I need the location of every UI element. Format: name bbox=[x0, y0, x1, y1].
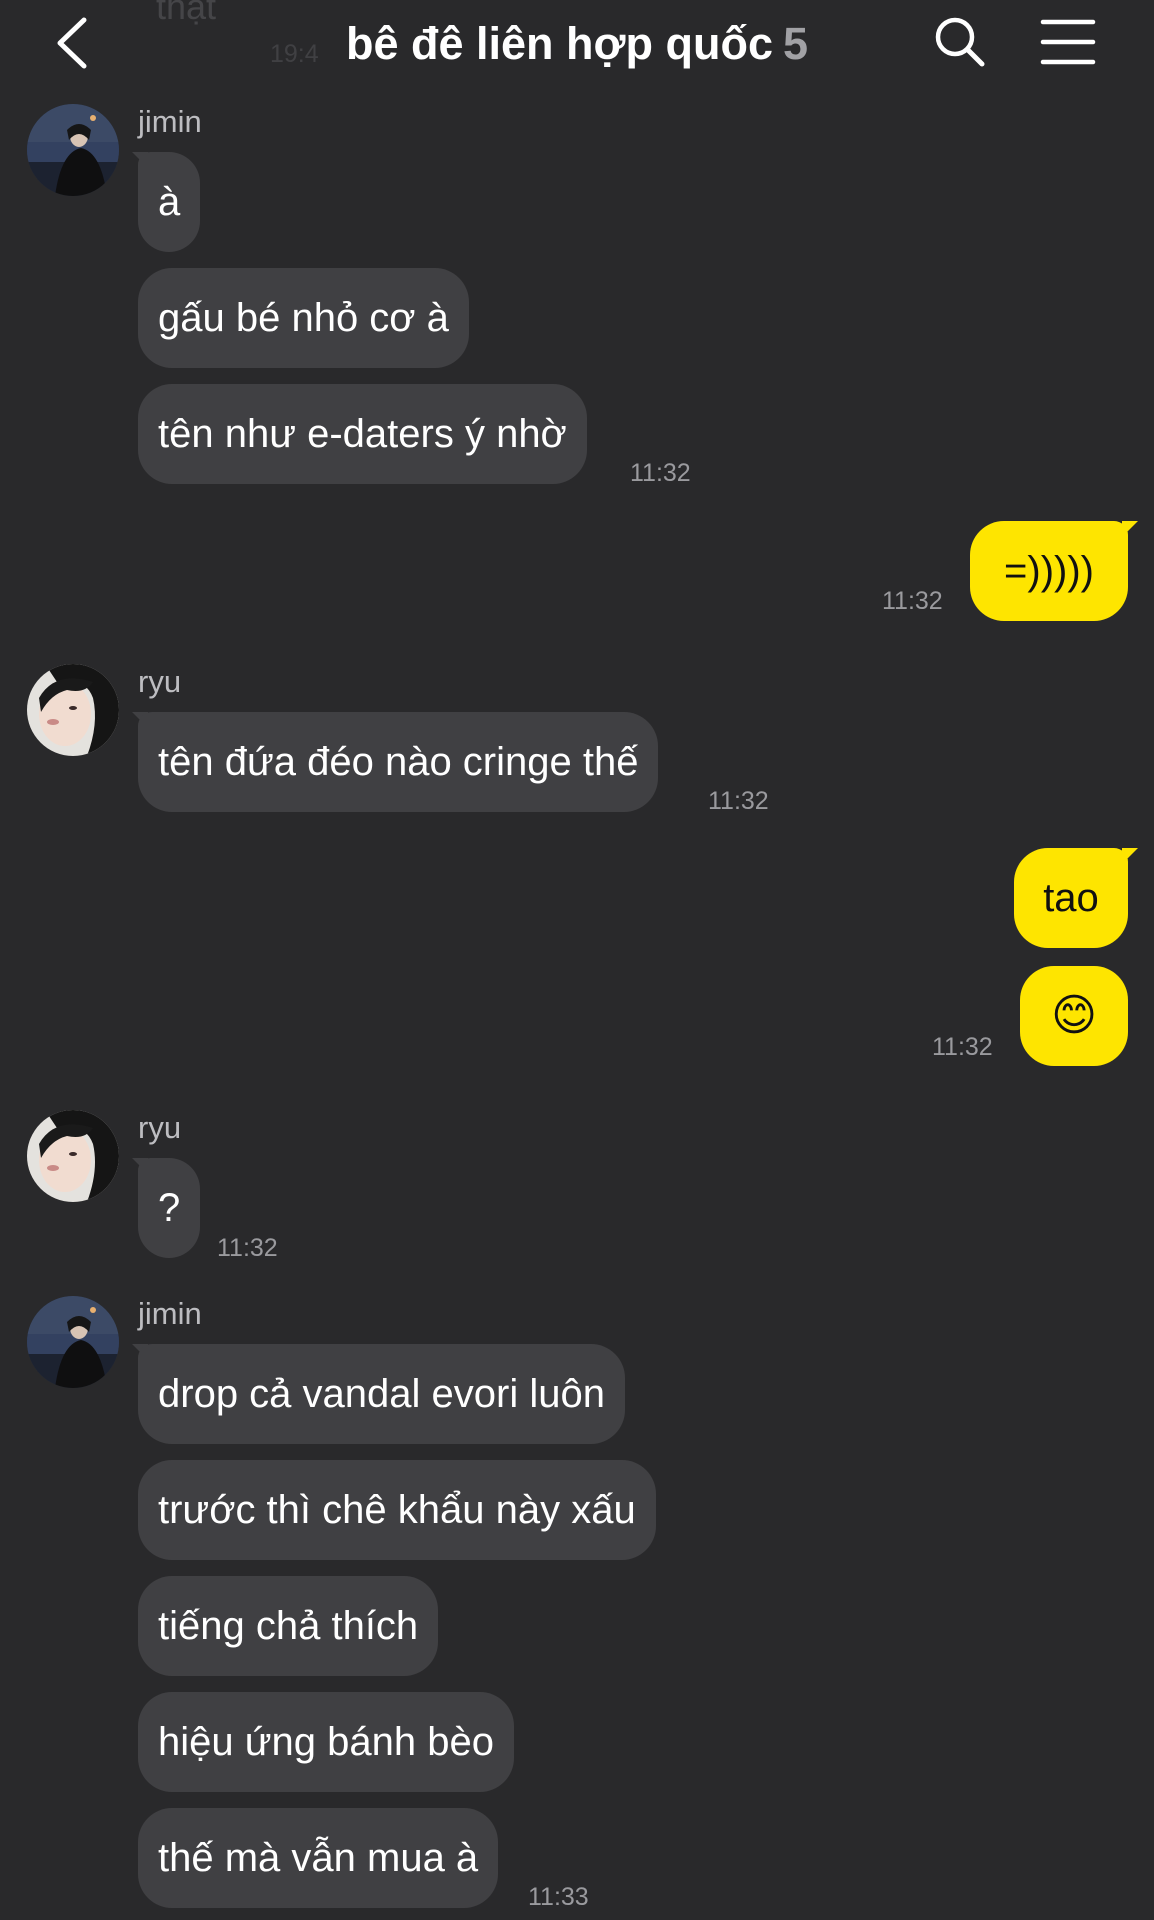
sender-name: jimin bbox=[138, 104, 202, 139]
incoming-message-bubble[interactable]: tên đứa đéo nào cringe thế bbox=[138, 712, 659, 812]
incoming-message-bubble[interactable]: ? bbox=[138, 1158, 201, 1258]
chat-title: bê đê liên hợp quốc bbox=[345, 18, 773, 69]
sender-name: jimin bbox=[138, 1296, 202, 1331]
hamburger-menu-icon bbox=[1040, 19, 1096, 65]
message-timestamp: 11:32 bbox=[932, 1033, 993, 1061]
search-icon bbox=[935, 17, 985, 67]
menu-button[interactable] bbox=[1038, 14, 1098, 70]
message-timestamp: 11:32 bbox=[882, 587, 943, 615]
incoming-message-bubble[interactable]: à bbox=[138, 152, 201, 252]
message-timestamp: 11:33 bbox=[528, 1883, 589, 1911]
outgoing-message-bubble[interactable]: tao bbox=[1014, 848, 1128, 948]
incoming-message-bubble[interactable]: drop cả vandal evori luôn bbox=[138, 1344, 625, 1444]
chat-header: thật 19:4 bê đê liên hợp quốc 5 bbox=[0, 0, 1154, 92]
chevron-left-icon bbox=[57, 17, 87, 69]
back-button[interactable] bbox=[40, 8, 100, 78]
sender-name: ryu bbox=[138, 1110, 182, 1145]
message-timestamp: 11:32 bbox=[217, 1234, 278, 1262]
profile-photo-icon bbox=[27, 1296, 119, 1388]
avatar-ryu[interactable] bbox=[27, 1110, 119, 1202]
profile-photo-icon bbox=[27, 1110, 119, 1202]
outgoing-message-bubble[interactable]: =))))) bbox=[970, 521, 1128, 621]
message-timestamp: 11:32 bbox=[630, 459, 691, 487]
incoming-message-bubble[interactable]: trước thì chê khẩu này xấu bbox=[138, 1460, 656, 1560]
incoming-message-bubble[interactable]: hiệu ứng bánh bèo bbox=[138, 1692, 514, 1792]
outgoing-emoji-bubble[interactable]: 😊 bbox=[1020, 966, 1128, 1066]
sender-name: ryu bbox=[138, 664, 182, 699]
search-button[interactable] bbox=[930, 12, 990, 72]
incoming-message-bubble[interactable]: gấu bé nhỏ cơ à bbox=[138, 268, 469, 368]
incoming-message-bubble[interactable]: tên như e-daters ý nhờ bbox=[138, 384, 587, 484]
avatar-jimin[interactable] bbox=[27, 104, 119, 196]
member-count: 5 bbox=[783, 18, 809, 69]
avatar-jimin[interactable] bbox=[27, 1296, 119, 1388]
incoming-message-bubble[interactable]: tiếng chả thích bbox=[138, 1576, 439, 1676]
avatar-ryu[interactable] bbox=[27, 664, 119, 756]
incoming-message-bubble[interactable]: thế mà vẫn mua à bbox=[138, 1808, 499, 1908]
profile-photo-icon bbox=[27, 664, 119, 756]
chat-title-area[interactable]: bê đê liên hợp quốc 5 bbox=[200, 12, 954, 76]
profile-photo-icon bbox=[27, 104, 119, 196]
message-timestamp: 11:32 bbox=[708, 787, 769, 815]
bubble-tail bbox=[1122, 521, 1138, 537]
bubble-tail bbox=[1122, 848, 1138, 864]
